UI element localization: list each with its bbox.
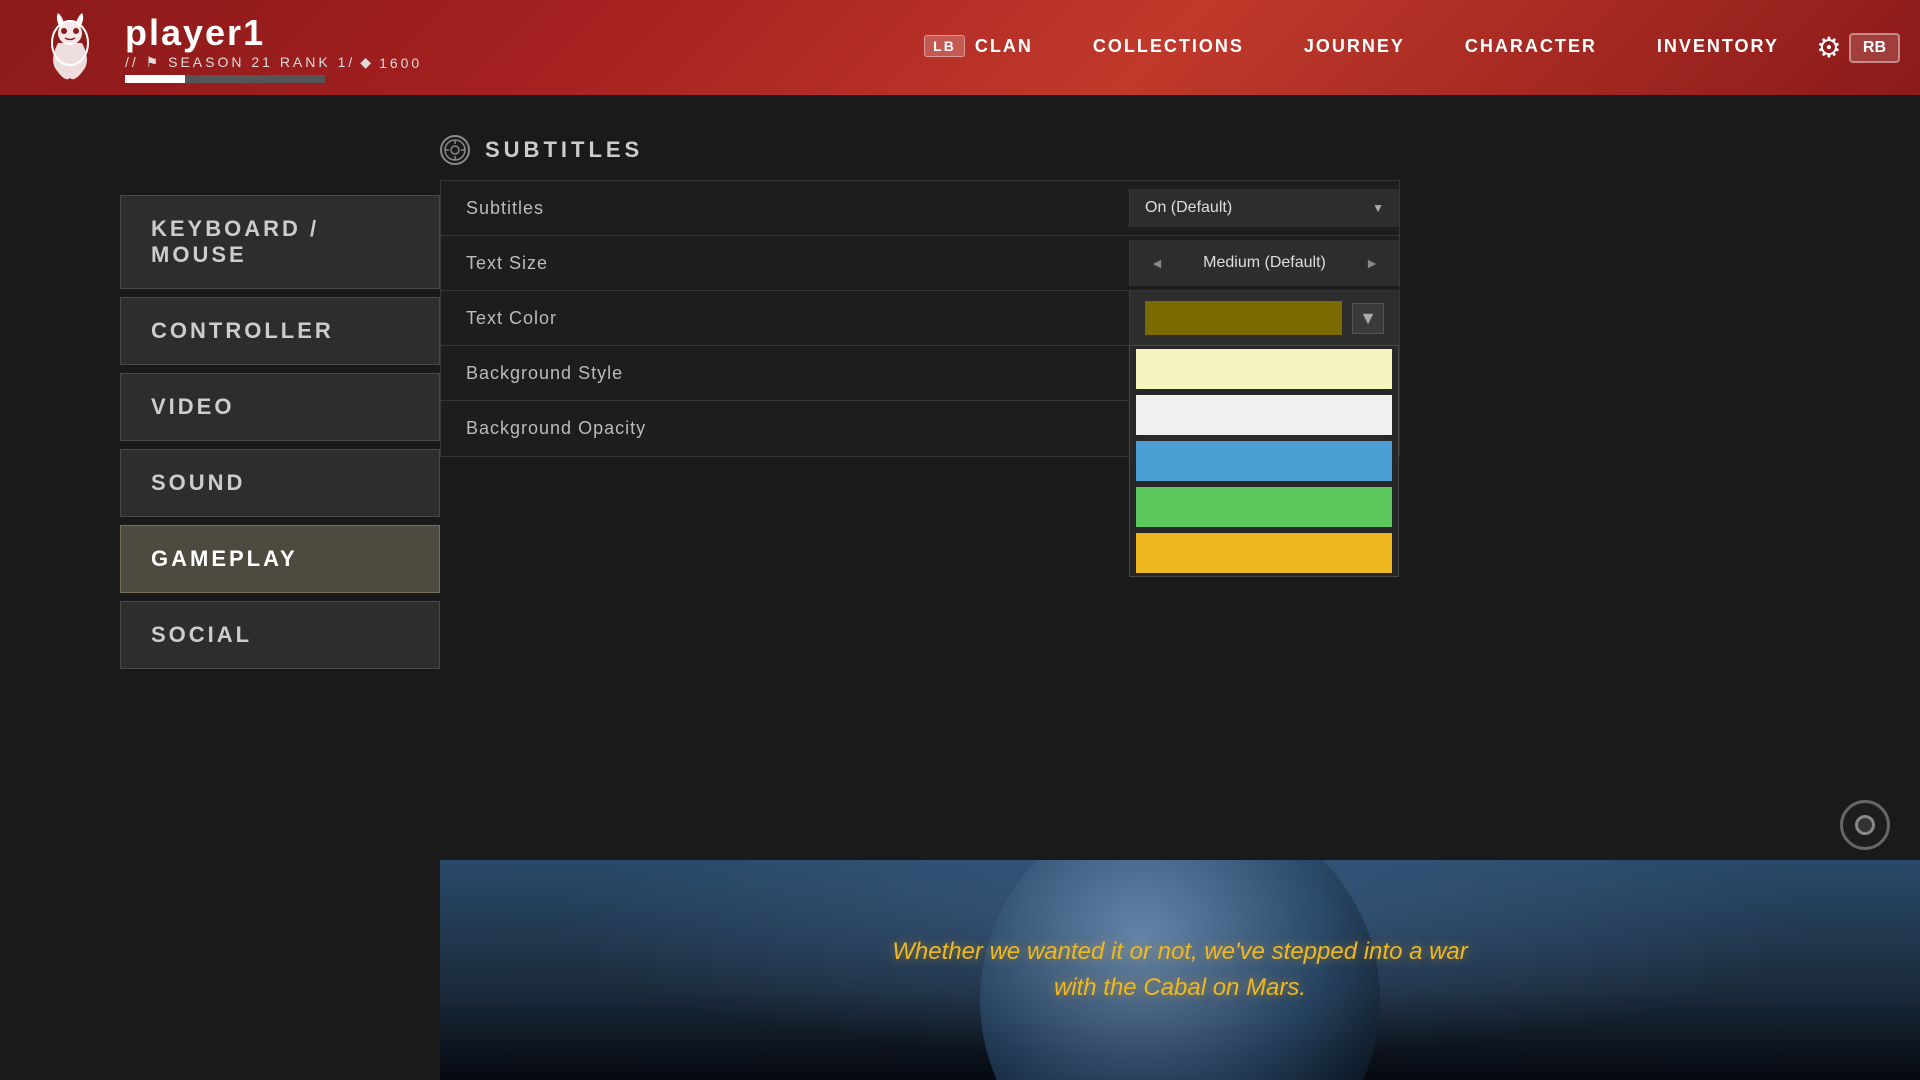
section-header: SUBTITLES <box>440 135 1880 165</box>
nav-collections[interactable]: COLLECTIONS <box>1063 0 1274 95</box>
clan-nav-label: CLAN <box>975 36 1033 57</box>
player-info: player1 // ⚑ SEASON 21 RANK 1/ ◆ 1600 <box>125 12 422 83</box>
header-nav: LB CLAN COLLECTIONS JOURNEY CHARACTER IN… <box>500 0 1920 95</box>
sidebar-item-video[interactable]: VIDEO <box>120 373 440 441</box>
subtitles-label: Subtitles <box>441 183 1129 234</box>
nav-character[interactable]: CHARACTER <box>1435 0 1627 95</box>
settings-row-text-color: Text Color ▼ <box>441 291 1399 346</box>
text-color-swatch[interactable] <box>1145 301 1342 335</box>
text-color-control[interactable]: ▼ <box>1129 291 1399 345</box>
color-option-green[interactable] <box>1136 487 1392 527</box>
settings-row-subtitles: Subtitles On (Default) ▼ <box>441 181 1399 236</box>
scroll-indicator[interactable] <box>1840 800 1890 850</box>
preview-subtitle: Whether we wanted it or not, we've stepp… <box>892 934 1468 1006</box>
text-color-swatch-row: ▼ <box>1145 301 1384 335</box>
text-size-label: Text Size <box>441 238 1129 289</box>
subtitles-control[interactable]: On (Default) ▼ <box>1129 189 1399 227</box>
color-option-yellow-light[interactable] <box>1136 349 1392 389</box>
settings-row-text-size: Text Size ◄ Medium (Default) ► <box>441 236 1399 291</box>
bg-opacity-label: Background Opacity <box>441 403 1129 454</box>
sidebar-item-gameplay[interactable]: GAMEPLAY <box>120 525 440 593</box>
text-color-label: Text Color <box>441 293 1129 344</box>
sidebar-item-sound[interactable]: SOUND <box>120 449 440 517</box>
sidebar-item-social[interactable]: SOCIAL <box>120 601 440 669</box>
text-size-value: Medium (Default) <box>1203 254 1326 272</box>
nav-inventory[interactable]: INVENTORY <box>1627 0 1809 95</box>
settings-gear-button[interactable]: ⚙ <box>1809 28 1849 68</box>
sidebar-item-controller[interactable]: CONTROLLER <box>120 297 440 365</box>
text-color-dropdown <box>1129 345 1399 577</box>
header-left: player1 // ⚑ SEASON 21 RANK 1/ ◆ 1600 <box>0 8 500 88</box>
lb-badge: LB <box>924 35 965 57</box>
header: player1 // ⚑ SEASON 21 RANK 1/ ◆ 1600 LB… <box>0 0 1920 95</box>
text-size-right-arrow[interactable]: ► <box>1360 250 1384 276</box>
preview-area: Whether we wanted it or not, we've stepp… <box>440 860 1920 1080</box>
subtitles-value: On (Default) <box>1145 199 1232 217</box>
game-logo-icon <box>30 8 110 88</box>
rank-bar <box>125 75 325 83</box>
scroll-indicator-inner <box>1855 815 1875 835</box>
nav-leaderboard[interactable]: LB CLAN <box>894 0 1063 95</box>
settings-sidebar: KEYBOARD / MOUSE CONTROLLER VIDEO SOUND … <box>120 95 440 669</box>
section-icon <box>440 135 470 165</box>
player-name: player1 <box>125 12 422 54</box>
color-option-white[interactable] <box>1136 395 1392 435</box>
rb-button[interactable]: RB <box>1849 33 1900 63</box>
nav-journey[interactable]: JOURNEY <box>1274 0 1435 95</box>
color-option-orange[interactable] <box>1136 533 1392 573</box>
player-subtitle: // ⚑ SEASON 21 RANK 1/ ◆ 1600 <box>125 54 422 71</box>
text-size-left-arrow[interactable]: ◄ <box>1145 250 1169 276</box>
logo-area: player1 // ⚑ SEASON 21 RANK 1/ ◆ 1600 <box>30 8 422 88</box>
subtitles-dropdown[interactable]: On (Default) ▼ <box>1145 199 1384 217</box>
text-color-dropdown-arrow-icon[interactable]: ▼ <box>1352 303 1384 334</box>
section-title: SUBTITLES <box>485 137 643 163</box>
text-size-stepper: ◄ Medium (Default) ► <box>1145 250 1384 276</box>
bg-style-label: Background Style <box>441 348 1129 399</box>
sidebar-item-keyboard-mouse[interactable]: KEYBOARD / MOUSE <box>120 195 440 289</box>
main-content: SUBTITLES Subtitles On (Default) ▼ Text … <box>440 95 1920 1080</box>
rank-bar-fill <box>125 75 185 83</box>
dropdown-arrow-icon: ▼ <box>1372 201 1384 215</box>
text-size-control: ◄ Medium (Default) ► <box>1129 240 1399 286</box>
preview-text: Whether we wanted it or not, we've stepp… <box>892 934 1468 1006</box>
settings-table: Subtitles On (Default) ▼ Text Size ◄ Med… <box>440 180 1400 457</box>
color-option-blue[interactable] <box>1136 441 1392 481</box>
